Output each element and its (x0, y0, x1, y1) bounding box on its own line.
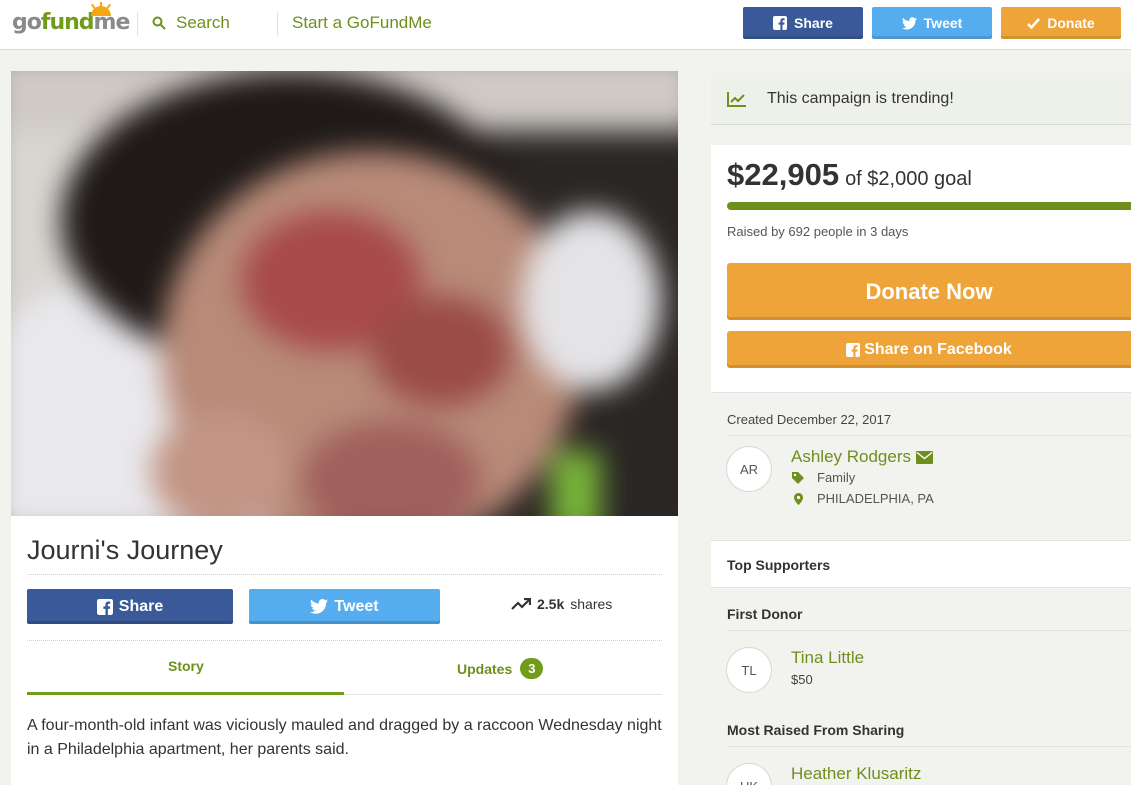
progress-card: $22,905 of $2,000 goal Raised by 692 peo… (711, 145, 1131, 393)
header-donate-button[interactable]: Donate (1001, 7, 1121, 39)
top-header: gofundme Search Start a GoFundMe Share T… (0, 0, 1131, 50)
top-supporters-label: Top Supporters (727, 557, 831, 573)
story-text: A four-month-old infant was viciously ma… (27, 717, 662, 758)
share-count: 2.5k shares (511, 596, 612, 612)
share-count-value: 2.5k (537, 596, 565, 612)
header-tweet-label: Tweet (923, 15, 963, 31)
tab-updates[interactable]: Updates 3 (457, 658, 544, 679)
first-donor-name[interactable]: Tina Little (791, 648, 864, 668)
top-supporters-header: Top Supporters (711, 540, 1131, 588)
most-sharing-avatar: HK (726, 763, 772, 785)
twitter-icon (901, 16, 917, 29)
tab-updates-label: Updates (457, 660, 513, 677)
raised-summary: $22,905 of $2,000 goal (727, 157, 972, 193)
trending-chart-icon (727, 91, 746, 107)
divider (727, 435, 1131, 436)
most-sharing-name[interactable]: Heather Klusaritz (791, 764, 921, 784)
first-donor-amount: $50 (791, 672, 813, 687)
raised-by-text: Raised by 692 people in 3 days (727, 224, 909, 239)
campaign-main: Journi's Journey Share Tweet 2.5k shares… (11, 71, 678, 785)
divider (727, 630, 1131, 631)
organizer-name: Ashley Rodgers (791, 447, 912, 466)
nav-divider (277, 12, 278, 36)
raised-amount: $22,905 (727, 157, 840, 192)
trending-banner: This campaign is trending! (711, 73, 1131, 125)
goal-text: of $2,000 goal (845, 168, 972, 190)
created-date: Created December 22, 2017 (727, 412, 892, 427)
first-donor-label: First Donor (727, 606, 803, 622)
start-campaign-link[interactable]: Start a GoFundMe (292, 13, 432, 33)
header-share-button[interactable]: Share (743, 7, 863, 39)
search-link[interactable]: Search (152, 13, 230, 33)
share-on-facebook-button[interactable]: Share on Facebook (727, 331, 1131, 368)
tweet-label: Tweet (334, 597, 379, 615)
header-donate-label: Donate (1047, 15, 1095, 31)
most-sharing-label: Most Raised From Sharing (727, 722, 905, 738)
tab-story[interactable]: Story (168, 658, 204, 674)
organizer-name-link[interactable]: Ashley Rodgers (791, 447, 934, 467)
trending-icon (511, 598, 531, 610)
tag-icon (792, 471, 804, 484)
divider (27, 574, 662, 575)
envelope-icon[interactable] (916, 450, 934, 464)
organizer-category: Family (792, 470, 855, 485)
tweet-button[interactable]: Tweet (249, 589, 440, 624)
blurred-photo (11, 71, 678, 516)
logo-sun-icon (91, 2, 111, 16)
logo-go: go (12, 10, 42, 35)
twitter-icon (310, 599, 329, 614)
campaign-photo[interactable] (11, 71, 678, 516)
progress-fill (727, 202, 1131, 210)
donate-now-button[interactable]: Donate Now (727, 263, 1131, 320)
gofundme-logo[interactable]: gofundme (12, 2, 130, 35)
facebook-icon (96, 598, 113, 615)
search-label: Search (176, 13, 230, 32)
organizer-location: PHILADELPHIA, PA (792, 491, 934, 506)
share-button[interactable]: Share (27, 589, 233, 624)
organizer-category-text: Family (817, 470, 856, 485)
facebook-icon (846, 342, 861, 357)
header-share-label: Share (794, 15, 833, 31)
organizer-avatar[interactable]: AR (726, 446, 772, 492)
divider (27, 640, 662, 641)
divider (727, 746, 1131, 747)
updates-count-badge: 3 (520, 658, 544, 679)
share-on-facebook-label: Share on Facebook (864, 340, 1012, 358)
map-pin-icon (793, 492, 803, 505)
trending-text: This campaign is trending! (767, 89, 954, 107)
search-icon (152, 16, 166, 30)
campaign-title: Journi's Journey (27, 535, 223, 565)
organizer-location-text: PHILADELPHIA, PA (817, 491, 934, 506)
share-count-suffix: shares (570, 596, 613, 612)
nav-divider (137, 12, 138, 36)
progress-bar (727, 202, 1131, 210)
share-label: Share (118, 597, 164, 615)
active-tab-indicator (27, 692, 344, 695)
header-tweet-button[interactable]: Tweet (872, 7, 992, 39)
check-icon (1027, 17, 1041, 29)
facebook-icon (773, 16, 788, 30)
first-donor-avatar: TL (726, 647, 772, 693)
